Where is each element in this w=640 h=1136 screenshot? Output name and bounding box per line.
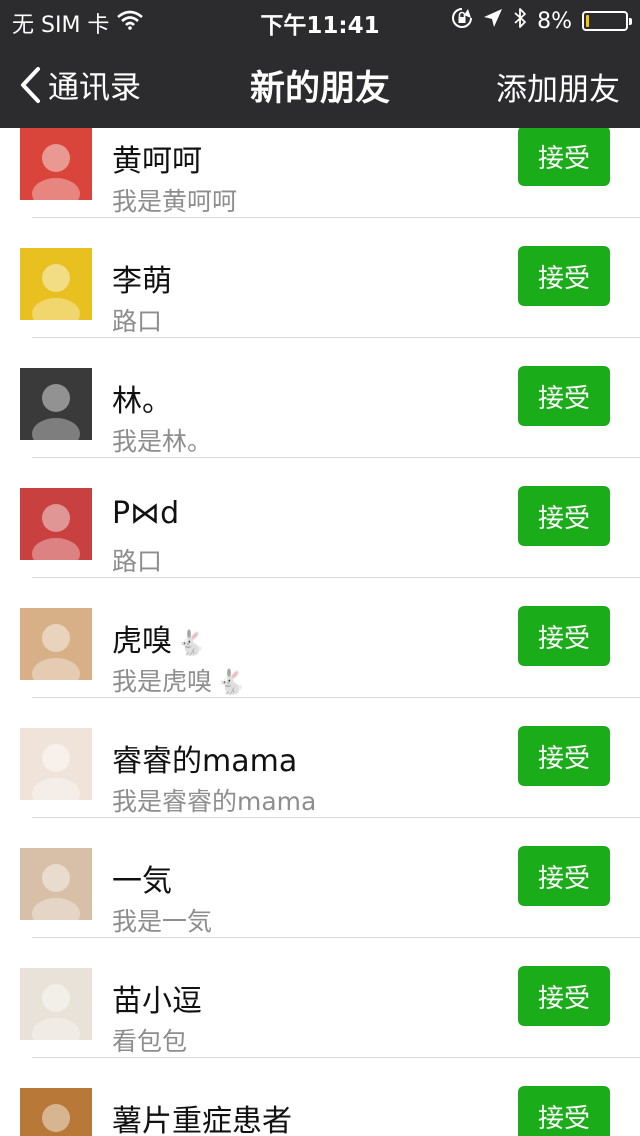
friend-name-text: 薯片重症患者	[112, 1104, 292, 1136]
friend-name-text: 睿睿的mama	[112, 744, 298, 779]
friend-request-row[interactable]: 一気我是一気 接受	[0, 818, 640, 938]
back-button[interactable]: 通讯录	[18, 62, 141, 107]
friend-name-text: 林。	[112, 384, 172, 419]
friend-message: 路口	[112, 542, 162, 578]
friend-message-text: 看包包	[112, 1027, 188, 1056]
accept-button[interactable]: 接受	[518, 126, 610, 186]
friend-name: 一気	[112, 856, 172, 900]
accept-button[interactable]: 接受	[518, 726, 610, 786]
rabbit-emoji: 🐇	[176, 629, 206, 657]
friend-message-text: 路口	[112, 547, 163, 576]
accept-button[interactable]: 接受	[518, 966, 610, 1026]
avatar[interactable]	[20, 968, 92, 1040]
accept-button[interactable]: 接受	[518, 606, 610, 666]
friend-message-text: 我是睿睿的mama	[112, 787, 317, 816]
friend-message-text: 路口	[112, 307, 163, 336]
friend-message-text: 我是林。	[112, 427, 213, 456]
accept-button[interactable]: 接受	[518, 846, 610, 906]
friend-message: 我是虎嗅 🐇	[112, 662, 246, 698]
friend-name: 薯片重症患者	[112, 1096, 292, 1136]
friend-message-text: 我是一気	[112, 907, 213, 936]
accept-button[interactable]: 接受	[518, 366, 610, 426]
bluetooth-icon	[513, 7, 527, 35]
friend-message-text: 我是黄呵呵	[112, 187, 238, 216]
friend-request-row[interactable]: 林。我是林。 接受	[0, 338, 640, 458]
friend-name: 虎嗅 🐇	[112, 616, 206, 660]
friend-name-text: 苗小逗	[112, 984, 202, 1019]
friend-name-text: 虎嗅	[112, 624, 172, 659]
friend-name-text: 李萌	[112, 264, 172, 299]
accept-button[interactable]: 接受	[518, 1086, 610, 1136]
avatar[interactable]	[20, 488, 92, 560]
friend-message: 我是林。	[112, 422, 212, 458]
friend-name-text: 一気	[112, 864, 172, 899]
avatar[interactable]	[20, 248, 92, 320]
avatar[interactable]	[20, 368, 92, 440]
friend-message: 我是黄呵呵	[112, 182, 237, 218]
avatar[interactable]	[20, 848, 92, 920]
rabbit-emoji: 🐇	[216, 668, 246, 696]
friend-name-text: P⋈d	[112, 496, 180, 531]
friend-request-list: 黄呵呵 我是黄呵呵 接受 李萌 路口 接受 林。 我是林。 接受 P⋈d 路口 接受 虎嗅 🐇 我是虎嗅 🐇 接…	[0, 98, 640, 1136]
battery-icon	[582, 11, 632, 31]
accept-button[interactable]: 接受	[518, 246, 610, 306]
location-arrow-icon	[483, 8, 503, 34]
battery-level	[586, 15, 589, 27]
friend-request-row[interactable]: P⋈d 路口 接受	[0, 458, 640, 578]
avatar[interactable]	[20, 128, 92, 200]
header: 无 SIM 卡 下午11:41 8% 通讯录 新的朋友 添加朋友	[0, 0, 640, 128]
back-label: 通讯录	[48, 70, 141, 106]
battery-percent: 8%	[537, 8, 572, 34]
accept-button[interactable]: 接受	[518, 486, 610, 546]
friend-message: 我是睿睿的mama	[112, 782, 316, 818]
status-right: 8%	[451, 7, 632, 35]
nav-bar: 通讯录 新的朋友 添加朋友	[0, 40, 640, 128]
orientation-lock-icon	[451, 7, 473, 35]
friend-message: 我是一気	[112, 902, 212, 938]
friend-name-text: 黄呵呵	[112, 144, 202, 179]
avatar[interactable]	[20, 728, 92, 800]
add-friend-button[interactable]: 添加朋友	[496, 64, 620, 109]
friend-request-row[interactable]: 薯片重症患者我是薯片重症患者接受	[0, 1058, 640, 1136]
friend-message: 路口	[112, 302, 162, 338]
friend-request-row[interactable]: 睿睿的mama 我是睿睿的mama 接受	[0, 698, 640, 818]
friend-name: 苗小逗	[112, 976, 202, 1020]
avatar[interactable]	[20, 608, 92, 680]
friend-name: 睿睿的mama	[112, 736, 297, 780]
friend-request-row[interactable]: 虎嗅 🐇 我是虎嗅 🐇 接受	[0, 578, 640, 698]
status-bar: 无 SIM 卡 下午11:41 8%	[0, 0, 640, 40]
friend-request-row[interactable]: 李萌路口 接受	[0, 218, 640, 338]
friend-message-text: 我是虎嗅	[112, 667, 213, 696]
friend-message: 看包包	[112, 1022, 187, 1058]
chevron-left-icon	[21, 66, 40, 103]
avatar[interactable]	[20, 1088, 92, 1136]
friend-request-row[interactable]: 苗小逗看包包 接受	[0, 938, 640, 1058]
friend-name: 李萌	[112, 256, 172, 300]
friend-name: 林。	[112, 376, 172, 420]
friend-name: 黄呵呵	[112, 136, 202, 180]
friend-name: P⋈d	[112, 496, 179, 531]
